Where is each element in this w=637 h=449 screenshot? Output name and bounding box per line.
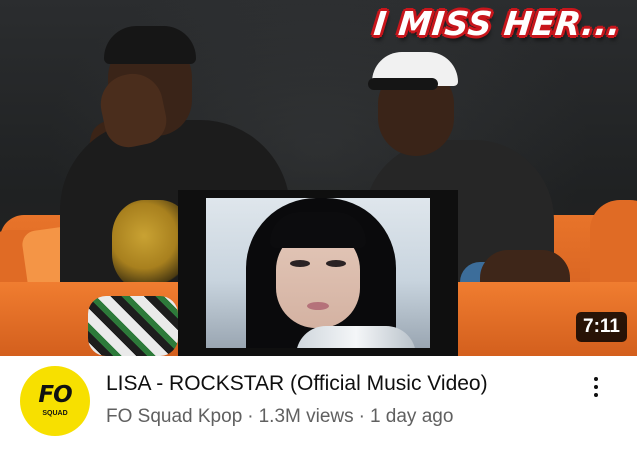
person-right-cap-brim — [368, 78, 438, 90]
channel-logo-mark: FO — [38, 382, 72, 408]
channel-logo-sub: SQUAD — [42, 410, 68, 417]
channel-name[interactable]: FO Squad Kpop — [106, 406, 242, 427]
meta-separator: · — [247, 406, 254, 427]
duration-badge: 7:11 — [576, 312, 627, 342]
inset-eye-right — [326, 260, 346, 267]
video-card[interactable]: I MISS HER... 7:11 FO SQUAD LISA - ROCKS… — [0, 0, 637, 449]
dot — [594, 385, 598, 389]
video-title[interactable]: LISA - ROCKSTAR (Official Music Video) — [106, 372, 488, 396]
inset-collar — [296, 326, 416, 348]
upload-age: 1 day ago — [369, 406, 454, 427]
more-vert-icon[interactable] — [585, 374, 607, 404]
meta-separator: · — [358, 406, 365, 427]
thumbnail-caption: I MISS HER... — [371, 4, 624, 43]
video-thumbnail[interactable]: I MISS HER... 7:11 — [0, 0, 637, 356]
inset-music-video — [178, 190, 458, 356]
video-meta: FO SQUAD LISA - ROCKSTAR (Official Music… — [0, 356, 637, 449]
person-left-cap — [104, 26, 196, 64]
inset-video-frame — [206, 198, 430, 348]
dot — [594, 377, 598, 381]
video-metadata: FO Squad Kpop · 1.3M views · 1 day ago — [106, 406, 453, 428]
inset-lips — [307, 302, 329, 310]
inset-bangs — [270, 212, 366, 248]
person-left-shorts — [88, 296, 178, 356]
view-count: 1.3M views — [258, 406, 354, 427]
channel-avatar[interactable]: FO SQUAD — [20, 366, 90, 436]
dot — [594, 393, 598, 397]
inset-eye-left — [290, 260, 310, 267]
